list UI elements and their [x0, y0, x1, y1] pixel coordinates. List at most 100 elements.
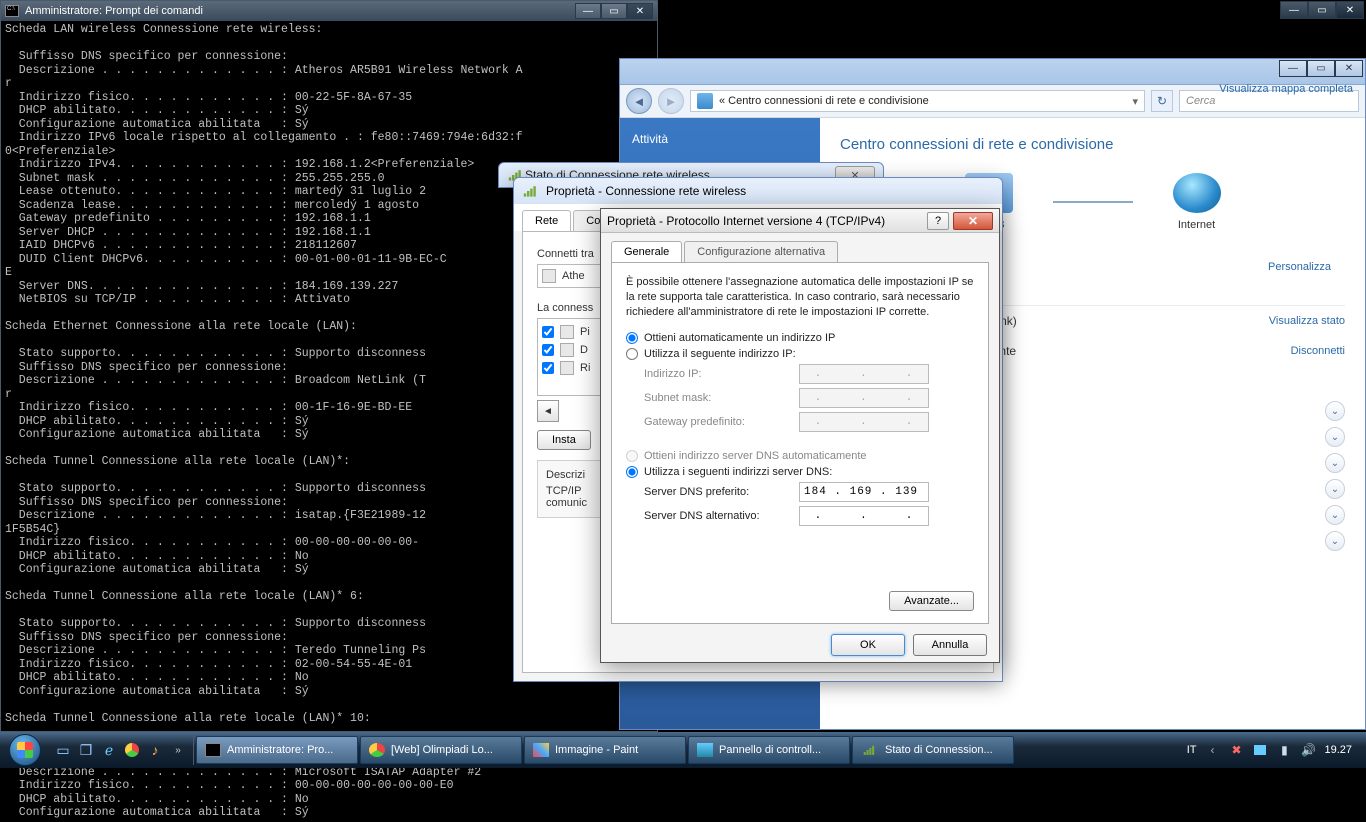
tray-chevron-icon[interactable]: ‹: [1204, 742, 1220, 758]
taskbar-item-paint[interactable]: Immagine - Paint: [524, 736, 686, 764]
ip-label: Indirizzo IP:: [644, 368, 799, 380]
cmd-titlebar[interactable]: Amministratore: Prompt dei comandi — ▭ ✕: [1, 1, 657, 21]
chrome-icon[interactable]: [121, 739, 143, 761]
radio-manual-ip[interactable]: Utilizza il seguente indirizzo IP:: [626, 348, 974, 360]
help-button[interactable]: ?: [927, 212, 949, 230]
expand-button[interactable]: ⌄: [1325, 453, 1345, 473]
radio-auto-ip[interactable]: Ottieni automaticamente un indirizzo IP: [626, 332, 974, 344]
protocol-icon: [560, 325, 574, 339]
radio-auto-dns[interactable]: Ottieni indirizzo server DNS automaticam…: [626, 450, 974, 462]
page-title: Centro connessioni di rete e condivision…: [840, 136, 1345, 153]
disconnect-link[interactable]: Disconnetti: [1291, 345, 1345, 357]
clock[interactable]: 19.27: [1324, 744, 1352, 756]
cmd-maximize-button[interactable]: ▭: [601, 3, 627, 19]
sidebar-header: Attività: [632, 132, 808, 146]
nc-close-button[interactable]: ✕: [1335, 60, 1363, 77]
personalize-link[interactable]: Personalizza: [1268, 261, 1331, 273]
tab-generale[interactable]: Generale: [611, 241, 682, 262]
install-button[interactable]: Insta: [537, 430, 591, 450]
paint-icon: [533, 743, 549, 757]
chevron-right-icon[interactable]: »: [167, 739, 189, 761]
system-tray: IT ‹ ✖ ▮ 🔊 19.27: [1187, 742, 1362, 758]
security-alert-icon[interactable]: ✖: [1228, 742, 1244, 758]
globe-icon: [1173, 173, 1221, 213]
radio-manual-dns[interactable]: Utilizza i seguenti indirizzi server DNS…: [626, 466, 974, 478]
tcpip-title: Proprietà - Protocollo Internet versione…: [607, 214, 927, 228]
wifi-icon: [864, 745, 877, 755]
network-icon: [697, 93, 713, 109]
expand-button[interactable]: ⌄: [1325, 401, 1345, 421]
mask-input: [799, 388, 929, 408]
mask-field-row: Subnet mask:: [644, 388, 974, 408]
expand-button[interactable]: ⌄: [1325, 505, 1345, 525]
language-indicator[interactable]: IT: [1187, 744, 1197, 756]
breadcrumb[interactable]: « Centro connessioni di rete e condivisi…: [690, 90, 1145, 112]
cmd-minimize-button[interactable]: —: [575, 3, 601, 19]
nav-back-button[interactable]: ◄: [626, 88, 652, 114]
tab-alt-config[interactable]: Configurazione alternativa: [684, 241, 838, 262]
taskbar-item-cmd[interactable]: Amministratore: Pro...: [196, 736, 358, 764]
gw-input: [799, 412, 929, 432]
cmd-icon: [205, 743, 221, 757]
nav-forward-button[interactable]: ►: [658, 88, 684, 114]
expand-button[interactable]: ⌄: [1325, 531, 1345, 551]
taskbar-item-connstatus[interactable]: Stato di Connession...: [852, 736, 1014, 764]
netcenter-window-controls: — ▭ ✕: [1279, 60, 1363, 77]
tcpip-titlebar[interactable]: Proprietà - Protocollo Internet versione…: [601, 209, 999, 233]
nc-maximize-button[interactable]: ▭: [1307, 60, 1335, 77]
cmd-close-button[interactable]: ✕: [627, 3, 653, 19]
ie-icon[interactable]: ℯ: [98, 739, 120, 761]
expand-button[interactable]: ⌄: [1325, 427, 1345, 447]
wifi-icon: [524, 185, 538, 196]
cancel-button[interactable]: Annulla: [913, 634, 987, 656]
mask-label: Subnet mask:: [644, 392, 799, 404]
adapter-name: Athe: [562, 270, 585, 282]
cmd-icon: [5, 5, 19, 17]
music-icon[interactable]: ♪: [144, 739, 166, 761]
chrome-icon: [369, 743, 385, 757]
tcpip-close-button[interactable]: ✕: [953, 212, 993, 230]
minimize-button[interactable]: —: [1280, 1, 1308, 19]
refresh-button[interactable]: ↻: [1151, 90, 1173, 112]
scroll-left-button[interactable]: ◄: [537, 400, 559, 422]
gw-label: Gateway predefinito:: [644, 416, 799, 428]
dns1-field-row: Server DNS preferito:: [644, 482, 974, 502]
protocol-icon: [560, 343, 574, 357]
maximize-button[interactable]: ▭: [1308, 1, 1336, 19]
taskbar-item-chrome[interactable]: [Web] Olimpiadi Lo...: [360, 736, 522, 764]
cmd-title: Amministratore: Prompt dei comandi: [25, 5, 203, 17]
tab-rete[interactable]: Rete: [522, 210, 571, 231]
expand-button[interactable]: ⌄: [1325, 479, 1345, 499]
dns2-label: Server DNS alternativo:: [644, 510, 799, 522]
show-desktop-icon[interactable]: ▭: [52, 739, 74, 761]
close-button[interactable]: ✕: [1336, 1, 1364, 19]
view-status-link[interactable]: Visualizza stato: [1269, 315, 1345, 327]
protocol-icon: [560, 361, 574, 375]
propconn-titlebar[interactable]: Proprietà - Connessione rete wireless: [514, 178, 1002, 204]
advanced-button[interactable]: Avanzate...: [889, 591, 974, 611]
battery-icon[interactable]: ▮: [1276, 742, 1292, 758]
connection-line: [1053, 201, 1133, 203]
nc-minimize-button[interactable]: —: [1279, 60, 1307, 77]
internet-node[interactable]: Internet: [1173, 173, 1221, 231]
volume-icon[interactable]: 🔊: [1300, 742, 1316, 758]
network-tray-icon[interactable]: [1252, 742, 1268, 758]
start-button[interactable]: [4, 733, 46, 767]
dns2-field-row: Server DNS alternativo:: [644, 506, 974, 526]
gw-field-row: Gateway predefinito:: [644, 412, 974, 432]
windows-orb-icon: [9, 734, 41, 766]
taskbar-item-controlpanel[interactable]: Pannello di controll...: [688, 736, 850, 764]
switch-windows-icon[interactable]: ❐: [75, 739, 97, 761]
tcpip-tabs: Generale Configurazione alternativa: [601, 233, 999, 262]
dns2-input[interactable]: [799, 506, 929, 526]
propconn-title: Proprietà - Connessione rete wireless: [546, 184, 994, 198]
dns1-input[interactable]: [799, 482, 929, 502]
ip-input: [799, 364, 929, 384]
ok-button[interactable]: OK: [831, 634, 905, 656]
breadcrumb-text: « Centro connessioni di rete e condivisi…: [719, 95, 929, 107]
netcenter-titlebar[interactable]: [620, 59, 1365, 85]
taskbar[interactable]: ▭ ❐ ℯ ♪ » Amministratore: Pro... [Web] O…: [0, 732, 1366, 768]
background-window-controls: — ▭ ✕: [1280, 1, 1364, 19]
tcpip-footer: OK Annulla: [601, 634, 999, 668]
tcpip-body: È possibile ottenere l'assegnazione auto…: [611, 262, 989, 624]
